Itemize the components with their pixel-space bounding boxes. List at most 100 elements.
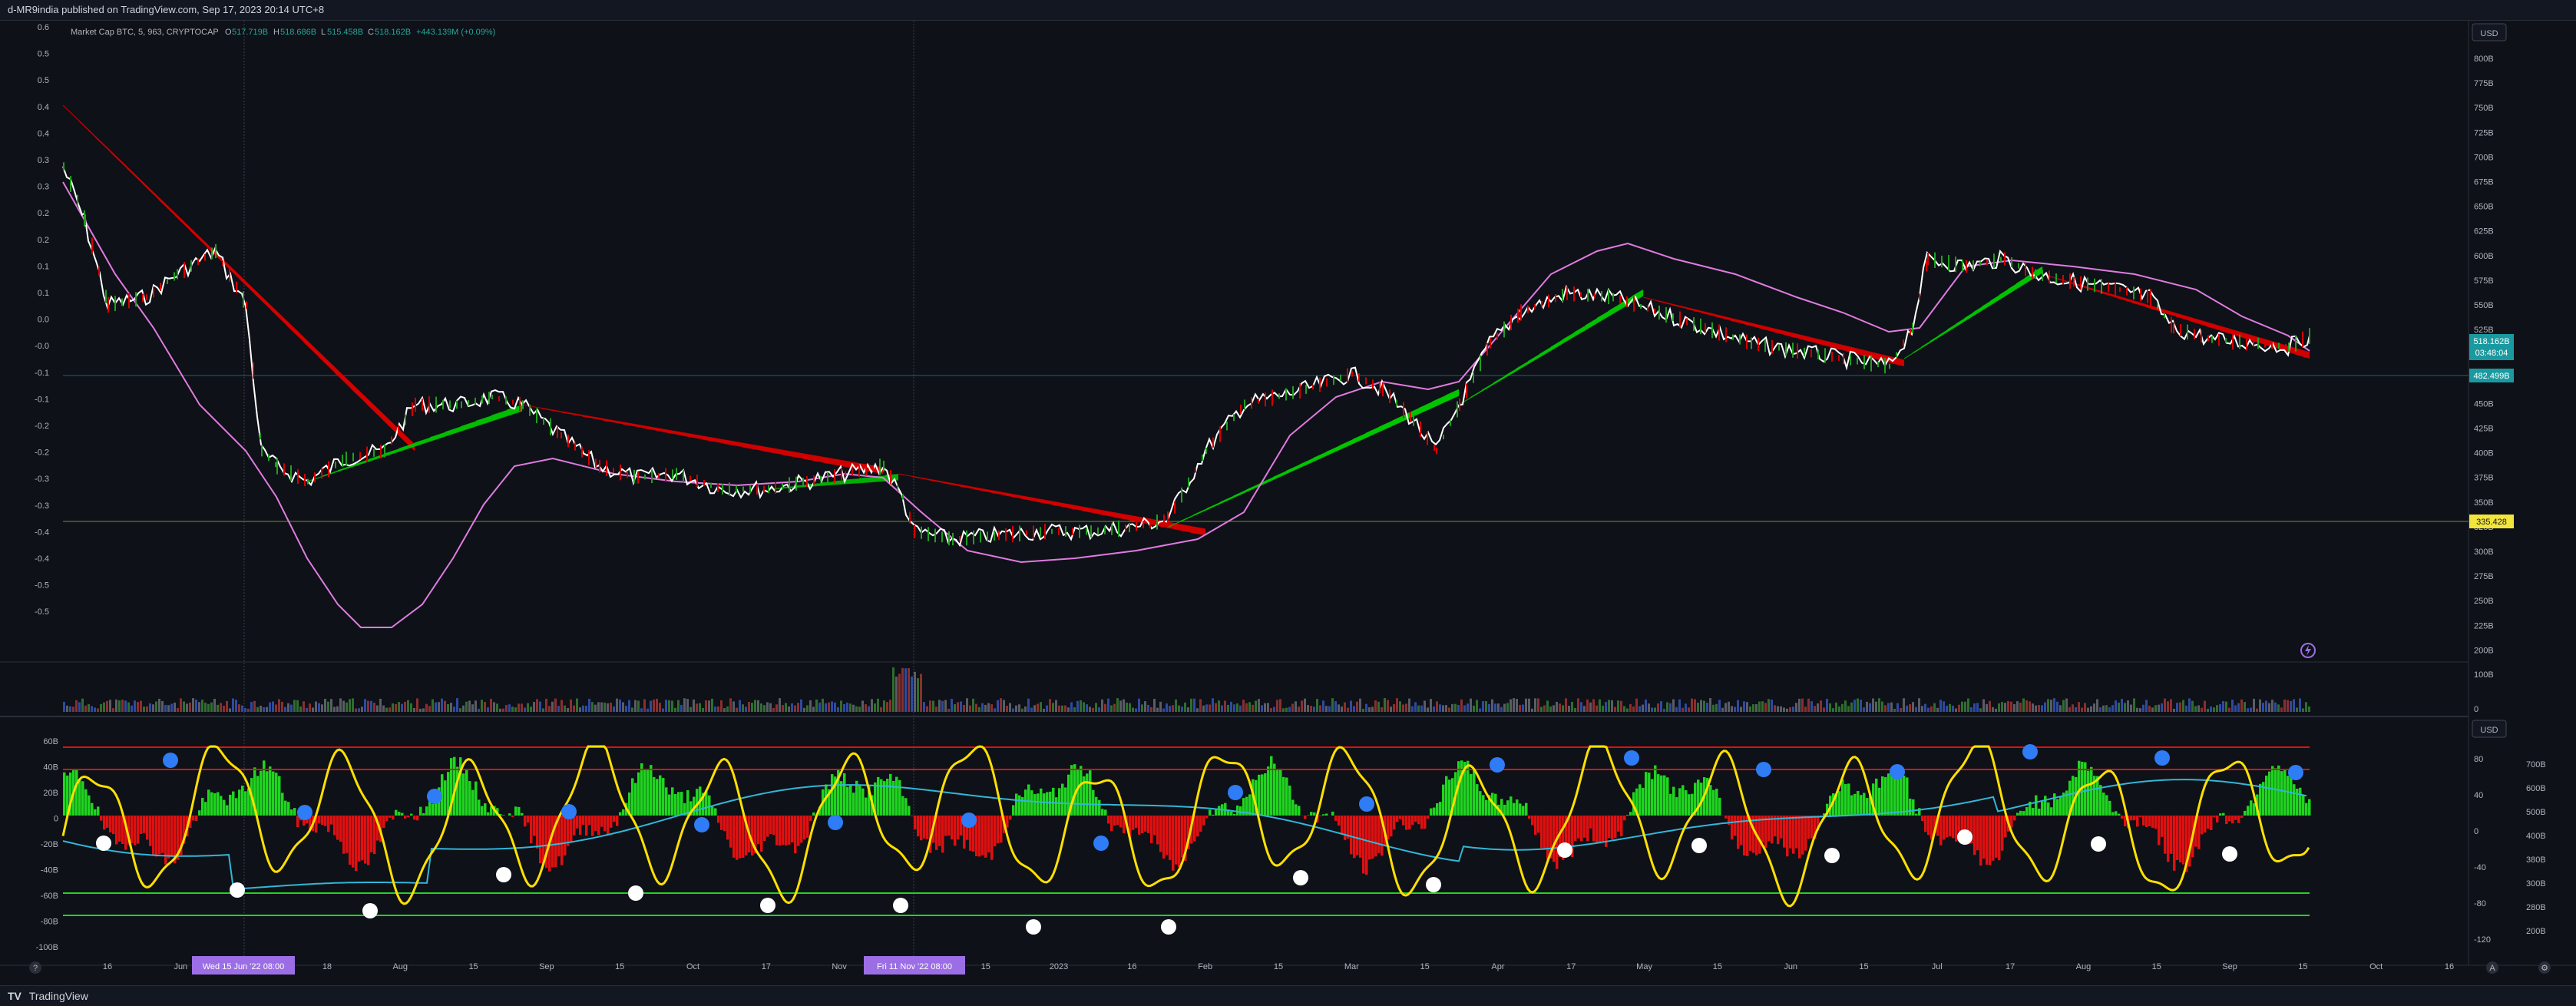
symbol-legend[interactable]: Market Cap BTC, 5, 963, CRYPTOCAP O 517.… xyxy=(71,28,495,37)
volume-bar xyxy=(1801,699,1804,712)
price-candle xyxy=(2049,270,2050,283)
volume-bar xyxy=(852,705,855,712)
osc-hist-bar xyxy=(1150,816,1153,843)
osc-hist-bar xyxy=(1654,766,1657,816)
osc-hist-bar xyxy=(2108,801,2111,816)
volume-bar xyxy=(557,706,560,712)
osc-hist-bar xyxy=(1341,816,1344,833)
volume-bar xyxy=(1666,702,1668,712)
osc-hist-bar xyxy=(2216,816,2219,822)
volume-bar xyxy=(401,704,403,712)
price-candle xyxy=(1188,478,1189,488)
price-candle xyxy=(998,531,1000,540)
osc-hist-bar xyxy=(926,816,929,839)
right-axis-label: 375B xyxy=(2474,474,2494,483)
price-candle xyxy=(941,531,943,542)
volume-bar xyxy=(904,668,907,712)
volume-bar xyxy=(2022,698,2025,712)
price-candle xyxy=(2201,329,2202,343)
price-candle xyxy=(2087,277,2088,290)
volume-bar xyxy=(631,707,633,712)
volume-bar xyxy=(1356,702,1358,712)
volume-bar xyxy=(1964,702,1966,712)
volume-bar xyxy=(1531,709,1533,712)
volume-bar xyxy=(1070,702,1073,712)
volume-bar xyxy=(2016,701,2019,712)
volume-bar xyxy=(1086,704,1088,712)
price-candle xyxy=(1480,356,1481,372)
volume-bar xyxy=(1804,707,1807,712)
volume-bar xyxy=(1276,700,1278,712)
volume-bar xyxy=(588,699,590,712)
price-candle xyxy=(1044,524,1046,539)
volume-bar xyxy=(1798,699,1801,712)
volume-bar xyxy=(944,700,947,712)
osc-hist-bar xyxy=(2148,816,2151,826)
volume-bar xyxy=(954,704,956,712)
price-candle xyxy=(211,247,213,259)
volume-bar xyxy=(1362,709,1364,712)
oscillator-currency-button[interactable]: USD xyxy=(2472,720,2506,737)
volume-bar xyxy=(1946,706,1948,712)
osc-hist-bar xyxy=(2247,806,2250,816)
volume-bar xyxy=(1648,703,1650,712)
osc-hist-bar xyxy=(564,816,567,855)
footer-bar: TV TradingView xyxy=(0,985,2576,1006)
settings-icon[interactable]: ? xyxy=(29,961,41,974)
osc-hist-bar xyxy=(1442,785,1445,816)
chart-canvas[interactable]: 0.60.50.50.40.40.30.30.20.20.10.10.0-0.0… xyxy=(0,21,2576,985)
screenshot-icon[interactable]: ⚙ xyxy=(2538,961,2551,974)
osc-hist-bar xyxy=(2268,772,2271,816)
volume-bar xyxy=(1377,702,1380,712)
volume-bar xyxy=(2148,706,2151,712)
osc-hist-bar xyxy=(149,816,152,846)
osc-hist-bar xyxy=(1912,799,1915,816)
volume-bar xyxy=(1537,698,1539,712)
osc-hist-bar xyxy=(643,770,646,816)
volume-bar xyxy=(207,704,210,712)
volume-bar xyxy=(1202,706,1205,712)
volume-bar xyxy=(1021,709,1023,712)
price-candle xyxy=(174,272,175,280)
osc-hist-bar xyxy=(536,816,539,849)
volume-bar xyxy=(453,707,455,712)
volume-bar xyxy=(1101,700,1103,712)
osc-hist-bar xyxy=(152,816,155,855)
osc-hist-bar xyxy=(1525,803,1528,816)
volume-bar xyxy=(296,700,299,712)
osc-hist-bar xyxy=(852,793,855,816)
osc-right-value-label: 400B xyxy=(2526,832,2546,841)
volume-bar xyxy=(1654,708,1656,712)
volume-bar xyxy=(1906,706,1908,712)
price-candle xyxy=(852,469,853,476)
volume-bar xyxy=(1037,703,1039,712)
volume-bar xyxy=(818,703,821,712)
price-candle xyxy=(890,470,891,485)
volume-bar xyxy=(1565,698,1567,712)
right-axis-label: 775B xyxy=(2474,79,2494,88)
tradingview-logo-icon[interactable]: TV xyxy=(8,986,21,1006)
volume-bar xyxy=(797,703,799,712)
volume-bar xyxy=(155,701,157,712)
auto-scale-icon[interactable]: A xyxy=(2486,961,2498,974)
price-candle xyxy=(1665,307,1667,323)
osc-hist-bar xyxy=(1709,785,1712,816)
volume-bar xyxy=(447,704,449,712)
price-candle xyxy=(342,455,343,467)
volume-bar xyxy=(392,703,394,712)
osc-hist-bar xyxy=(1298,806,1301,816)
osc-hist-bar xyxy=(760,816,763,852)
osc-hist-bar xyxy=(757,816,760,844)
osc-hist-bar xyxy=(1092,790,1095,816)
volume-bar xyxy=(680,705,683,712)
price-candle xyxy=(2147,290,2148,303)
osc-hist-bar xyxy=(164,816,167,865)
currency-button[interactable]: USD xyxy=(2472,24,2506,41)
volume-bar xyxy=(1190,699,1192,712)
volume-bar xyxy=(2271,700,2273,712)
volume-bar xyxy=(1304,699,1306,712)
osc-hist-bar xyxy=(1365,816,1368,875)
osc-hist-bar xyxy=(1608,816,1611,838)
volume-bar xyxy=(2204,701,2206,712)
volume-bar xyxy=(883,700,885,712)
